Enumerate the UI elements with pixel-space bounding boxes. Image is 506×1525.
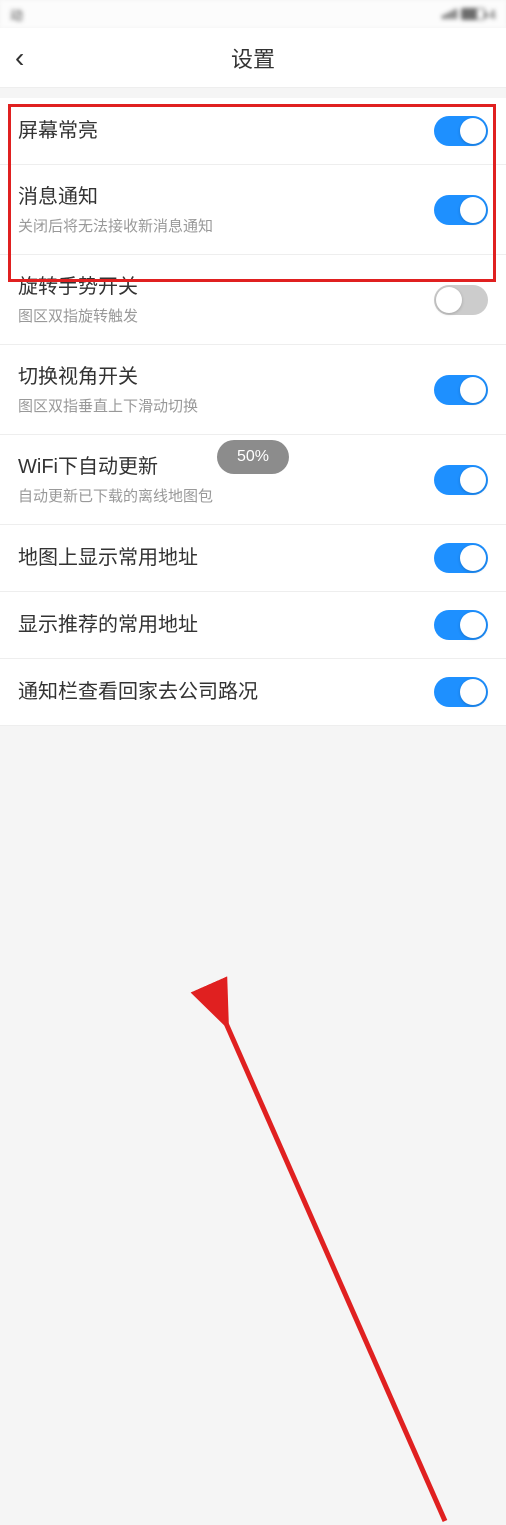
setting-title: 通知栏查看回家去公司路况 [18, 678, 434, 706]
setting-title: 消息通知 [18, 183, 434, 211]
status-left: 动 [10, 5, 23, 24]
setting-item[interactable]: 地图上显示常用地址 [0, 525, 506, 592]
signal-icon [442, 9, 457, 19]
toggle-knob [460, 197, 486, 223]
toggle-knob [460, 545, 486, 571]
setting-item[interactable]: 消息通知关闭后将无法接收新消息通知 [0, 165, 506, 255]
toggle-switch[interactable] [434, 195, 488, 225]
toggle-knob [460, 679, 486, 705]
back-button[interactable]: ‹ [15, 42, 24, 74]
setting-subtitle: 关闭后将无法接收新消息通知 [18, 215, 434, 236]
setting-text: 消息通知关闭后将无法接收新消息通知 [18, 183, 434, 236]
setting-text: 地图上显示常用地址 [18, 544, 434, 572]
toggle-knob [436, 287, 462, 313]
setting-subtitle: 图区双指旋转触发 [18, 305, 434, 326]
setting-title: 显示推荐的常用地址 [18, 611, 434, 639]
setting-text: 通知栏查看回家去公司路况 [18, 678, 434, 706]
setting-subtitle: 图区双指垂直上下滑动切换 [18, 395, 434, 416]
setting-item[interactable]: 屏幕常亮 [0, 98, 506, 165]
toggle-knob [460, 612, 486, 638]
toggle-switch[interactable] [434, 116, 488, 146]
setting-text: 切换视角开关图区双指垂直上下滑动切换 [18, 363, 434, 416]
setting-text: 屏幕常亮 [18, 117, 434, 145]
toggle-knob [460, 118, 486, 144]
progress-indicator: 50% [217, 440, 289, 474]
toggle-switch[interactable] [434, 465, 488, 495]
setting-title: 切换视角开关 [18, 363, 434, 391]
setting-title: 屏幕常亮 [18, 117, 434, 145]
setting-title: 地图上显示常用地址 [18, 544, 434, 572]
setting-text: 旋转手势开关图区双指旋转触发 [18, 273, 434, 326]
battery-icon [461, 8, 485, 20]
setting-title: 旋转手势开关 [18, 273, 434, 301]
toggle-switch[interactable] [434, 677, 488, 707]
settings-list: 屏幕常亮消息通知关闭后将无法接收新消息通知旋转手势开关图区双指旋转触发切换视角开… [0, 98, 506, 726]
status-right-text: 4 [489, 7, 496, 22]
setting-item[interactable]: 旋转手势开关图区双指旋转触发 [0, 255, 506, 345]
toggle-switch[interactable] [434, 285, 488, 315]
setting-item[interactable]: 显示推荐的常用地址 [0, 592, 506, 659]
status-bar: 动 4 [0, 0, 506, 28]
page-title: 设置 [0, 42, 506, 74]
status-right: 4 [442, 7, 496, 22]
arrow-annotation [0, 726, 506, 1525]
setting-item[interactable]: 通知栏查看回家去公司路况 [0, 659, 506, 726]
toggle-knob [460, 467, 486, 493]
setting-text: 显示推荐的常用地址 [18, 611, 434, 639]
toggle-switch[interactable] [434, 543, 488, 573]
setting-subtitle: 自动更新已下载的离线地图包 [18, 485, 434, 506]
header: ‹ 设置 [0, 28, 506, 88]
toggle-switch[interactable] [434, 375, 488, 405]
toggle-knob [460, 377, 486, 403]
toggle-switch[interactable] [434, 610, 488, 640]
setting-item[interactable]: 切换视角开关图区双指垂直上下滑动切换 [0, 345, 506, 435]
